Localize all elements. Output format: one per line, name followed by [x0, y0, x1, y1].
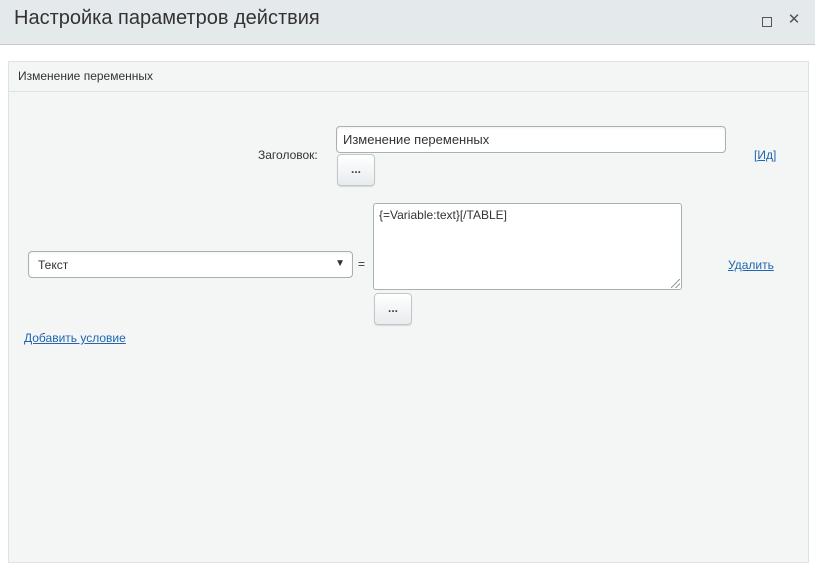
dialog-title: Настройка параметров действия	[14, 7, 320, 29]
heading-input[interactable]	[336, 126, 726, 153]
dialog-titlebar: Настройка параметров действия ✕	[0, 0, 815, 45]
add-condition-link[interactable]: Добавить условие	[24, 331, 126, 345]
heading-label: Заголовок:	[258, 148, 318, 162]
value-textarea[interactable]: {=Variable:text}[/TABLE]	[373, 203, 682, 290]
dropdown-arrow-icon: ▼	[335, 258, 345, 269]
id-link[interactable]: Ид	[757, 148, 773, 162]
close-icon[interactable]: ✕	[786, 12, 802, 28]
variable-select-value: Текст	[38, 258, 69, 272]
panel-header: Изменение переменных	[9, 62, 808, 92]
resize-grip-icon[interactable]	[671, 279, 680, 288]
id-link-wrapper: [Ид]	[754, 148, 776, 162]
maximize-icon[interactable]	[759, 14, 773, 28]
heading-insert-button[interactable]: ...	[337, 154, 375, 186]
delete-condition-link[interactable]: Удалить	[728, 258, 774, 272]
operator-label: =	[358, 257, 366, 271]
value-insert-button[interactable]: ...	[374, 293, 412, 325]
id-link-bracket-close: ]	[772, 148, 777, 162]
panel-title: Изменение переменных	[18, 69, 154, 83]
variable-select[interactable]: Текст ▼	[28, 251, 353, 278]
